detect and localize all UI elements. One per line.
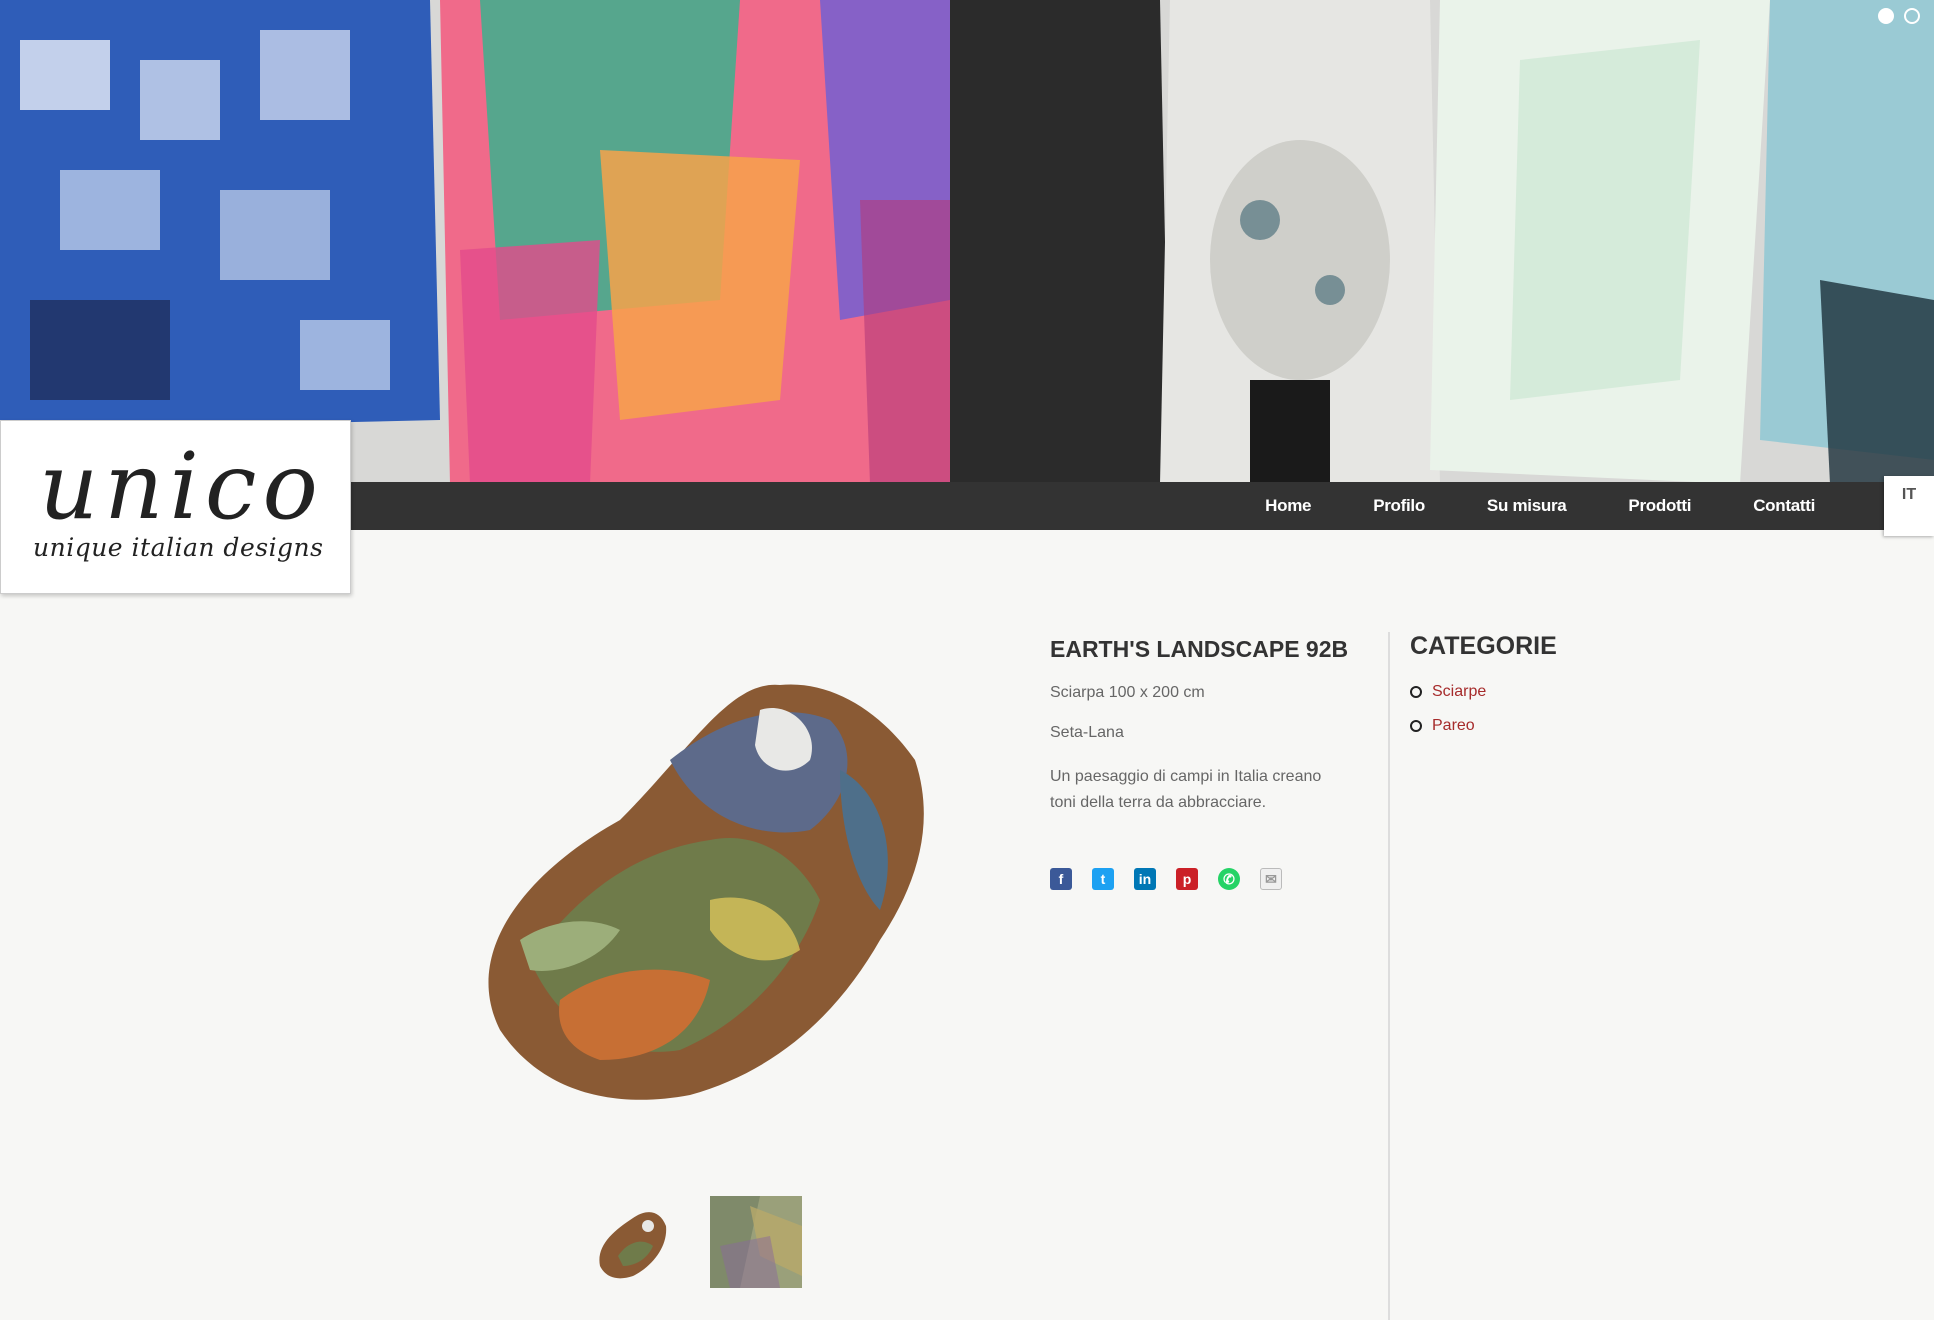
slider-dot-1[interactable] (1878, 8, 1894, 24)
pinterest-icon[interactable]: p (1176, 868, 1198, 890)
product-thumbnails (588, 1196, 802, 1288)
twitter-icon[interactable]: t (1092, 868, 1114, 890)
slider-dot-2[interactable] (1904, 8, 1920, 24)
logo-tagline: unique italian designs (33, 533, 324, 562)
product-material: Seta-Lana (1050, 724, 1124, 741)
product-description: Un paesaggio di campi in Italia creano t… (1050, 768, 1322, 811)
product-size: Sciarpa 100 x 200 cm (1050, 684, 1205, 701)
bullet-icon (1410, 686, 1422, 698)
product-title: EARTH'S LANDSCAPE 92B (1050, 636, 1349, 662)
bullet-icon (1410, 720, 1422, 732)
hero-scarves-image (0, 0, 1934, 484)
email-icon[interactable]: ✉ (1260, 868, 1282, 890)
site-logo[interactable]: unico unique italian designs (0, 420, 351, 594)
scarf-image (488, 684, 924, 1100)
thumbnail-2[interactable] (710, 1196, 802, 1288)
hero-banner (0, 0, 1934, 484)
slider-dots (1878, 8, 1920, 24)
linkedin-icon[interactable]: in (1134, 868, 1156, 890)
nav-contatti[interactable]: Contatti (1722, 496, 1846, 516)
nav-home[interactable]: Home (1234, 496, 1342, 516)
whatsapp-icon[interactable]: ✆ (1218, 868, 1240, 890)
thumbnail-1[interactable] (588, 1196, 680, 1288)
facebook-icon[interactable]: f (1050, 868, 1072, 890)
nav-prodotti[interactable]: Prodotti (1597, 496, 1722, 516)
logo-text: unico (39, 433, 324, 540)
category-link-sciarpe[interactable]: Sciarpe (1432, 683, 1486, 701)
product-info: EARTH'S LANDSCAPE 92B Sciarpa 100 x 200 … (1050, 632, 1350, 890)
category-link-pareo[interactable]: Pareo (1432, 717, 1475, 735)
share-buttons: f t in p ✆ ✉ (1050, 868, 1350, 890)
column-divider (1388, 632, 1390, 1320)
sidebar-title: CATEGORIE (1410, 632, 1557, 660)
category-item-pareo: Pareo (1410, 717, 1710, 735)
language-switcher[interactable]: IT (1884, 476, 1934, 536)
nav-su-misura[interactable]: Su misura (1456, 496, 1598, 516)
product-main-image[interactable] (380, 640, 1020, 1140)
main-nav: Home Profilo Su misura Prodotti Contatti (1234, 482, 1846, 530)
categories-sidebar: CATEGORIE Sciarpe Pareo (1410, 632, 1710, 735)
category-item-sciarpe: Sciarpe (1410, 683, 1710, 701)
nav-profilo[interactable]: Profilo (1342, 496, 1456, 516)
